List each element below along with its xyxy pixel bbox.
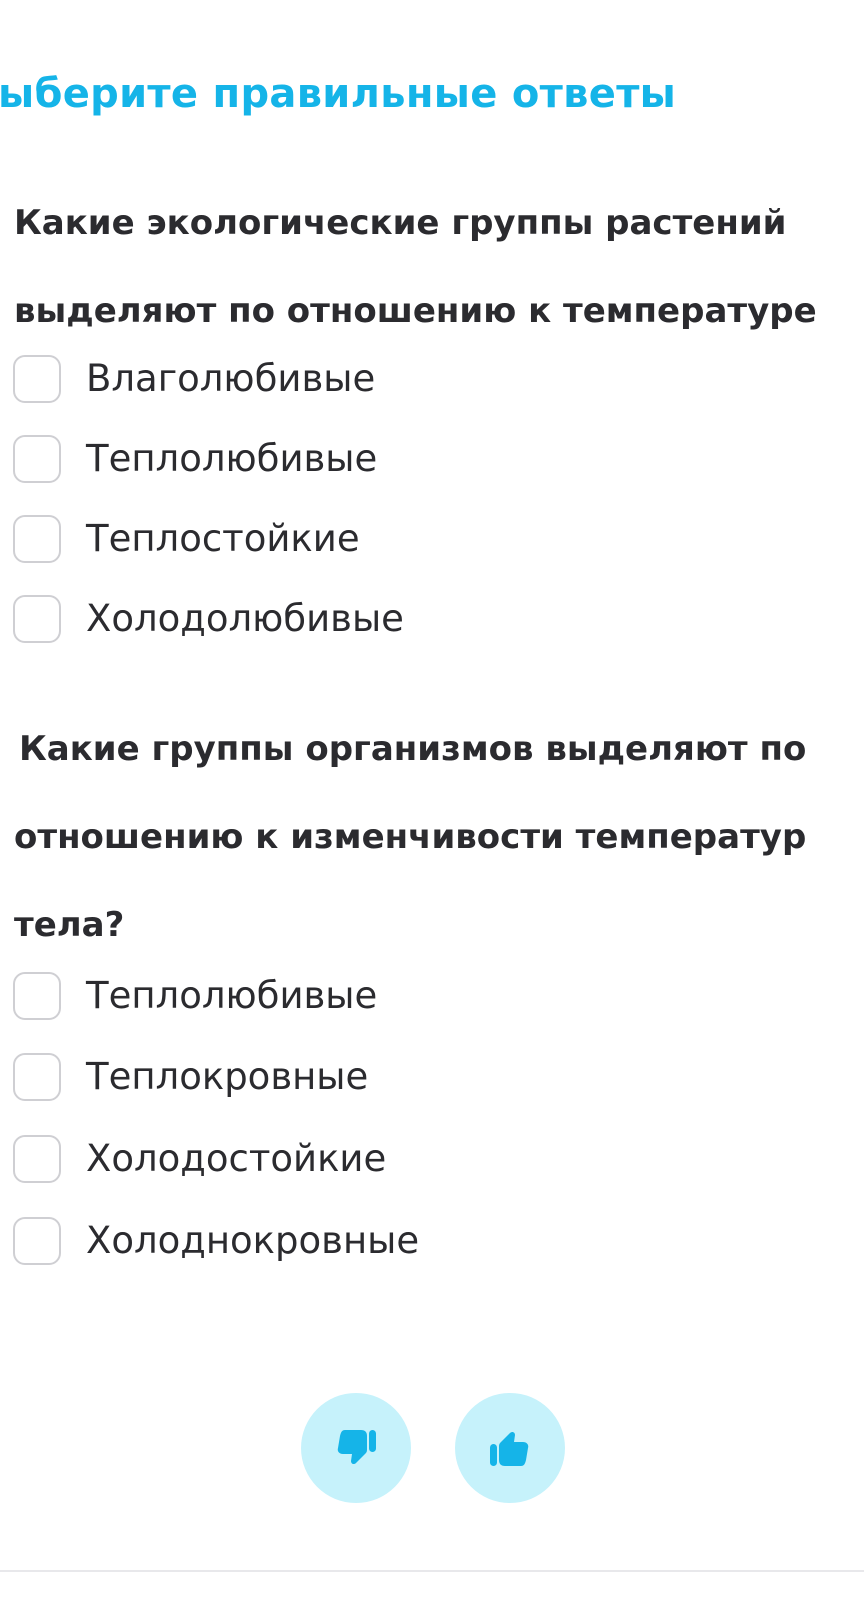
thumbs-up-icon (490, 1431, 529, 1466)
answer-option-label: Холодолюбивые (86, 597, 404, 640)
checkbox[interactable] (13, 515, 61, 563)
question-2-line-2: отношению к изменчивости температур (14, 817, 807, 857)
answer-option-label: Холодостойкие (86, 1137, 387, 1180)
checkbox[interactable] (13, 972, 61, 1020)
dislike-button[interactable] (301, 1393, 411, 1503)
answer-option-label: Влаголюбивые (86, 357, 376, 400)
answer-option-label: Теплостойкие (86, 517, 360, 560)
question-2-line-1: Какие группы организмов выделяют по (19, 729, 807, 769)
question-1-text: Какие экологические группы растений выде… (14, 179, 817, 355)
checkbox[interactable] (13, 595, 61, 643)
answer-option[interactable]: Теплостойкие (13, 513, 360, 565)
question-2-text: Какие группы организмов выделяют по отно… (14, 705, 806, 969)
page-title: ыберите правильные ответы (0, 71, 677, 117)
answer-option[interactable]: Теплолюбивые (13, 433, 377, 485)
answer-option-label: Теплолюбивые (86, 437, 378, 480)
answer-option[interactable]: Теплокровные (13, 1051, 368, 1103)
answer-option[interactable]: Холодостойкие (13, 1133, 386, 1185)
checkbox[interactable] (13, 1053, 61, 1101)
answer-option[interactable]: Холодолюбивые (13, 593, 404, 645)
question-1-line-2: выделяют по отношению к температуре (14, 291, 817, 331)
answer-option-label: Теплокровные (86, 1055, 369, 1098)
answer-option[interactable]: Теплолюбивые (13, 970, 377, 1022)
footer-divider (0, 1570, 864, 1572)
checkbox[interactable] (13, 355, 61, 403)
checkbox[interactable] (13, 1135, 61, 1183)
like-button[interactable] (455, 1393, 565, 1503)
question-1-line-1: Какие экологические группы растений (14, 203, 787, 243)
thumbs-down-icon (337, 1430, 376, 1465)
checkbox[interactable] (13, 435, 61, 483)
question-2-line-3: тела? (14, 905, 125, 945)
checkbox[interactable] (13, 1217, 61, 1265)
answer-option-label: Теплолюбивые (86, 974, 378, 1017)
answer-option-label: Холоднокровные (86, 1219, 420, 1262)
answer-option[interactable]: Холоднокровные (13, 1215, 419, 1267)
answer-option[interactable]: Влаголюбивые (13, 353, 375, 405)
